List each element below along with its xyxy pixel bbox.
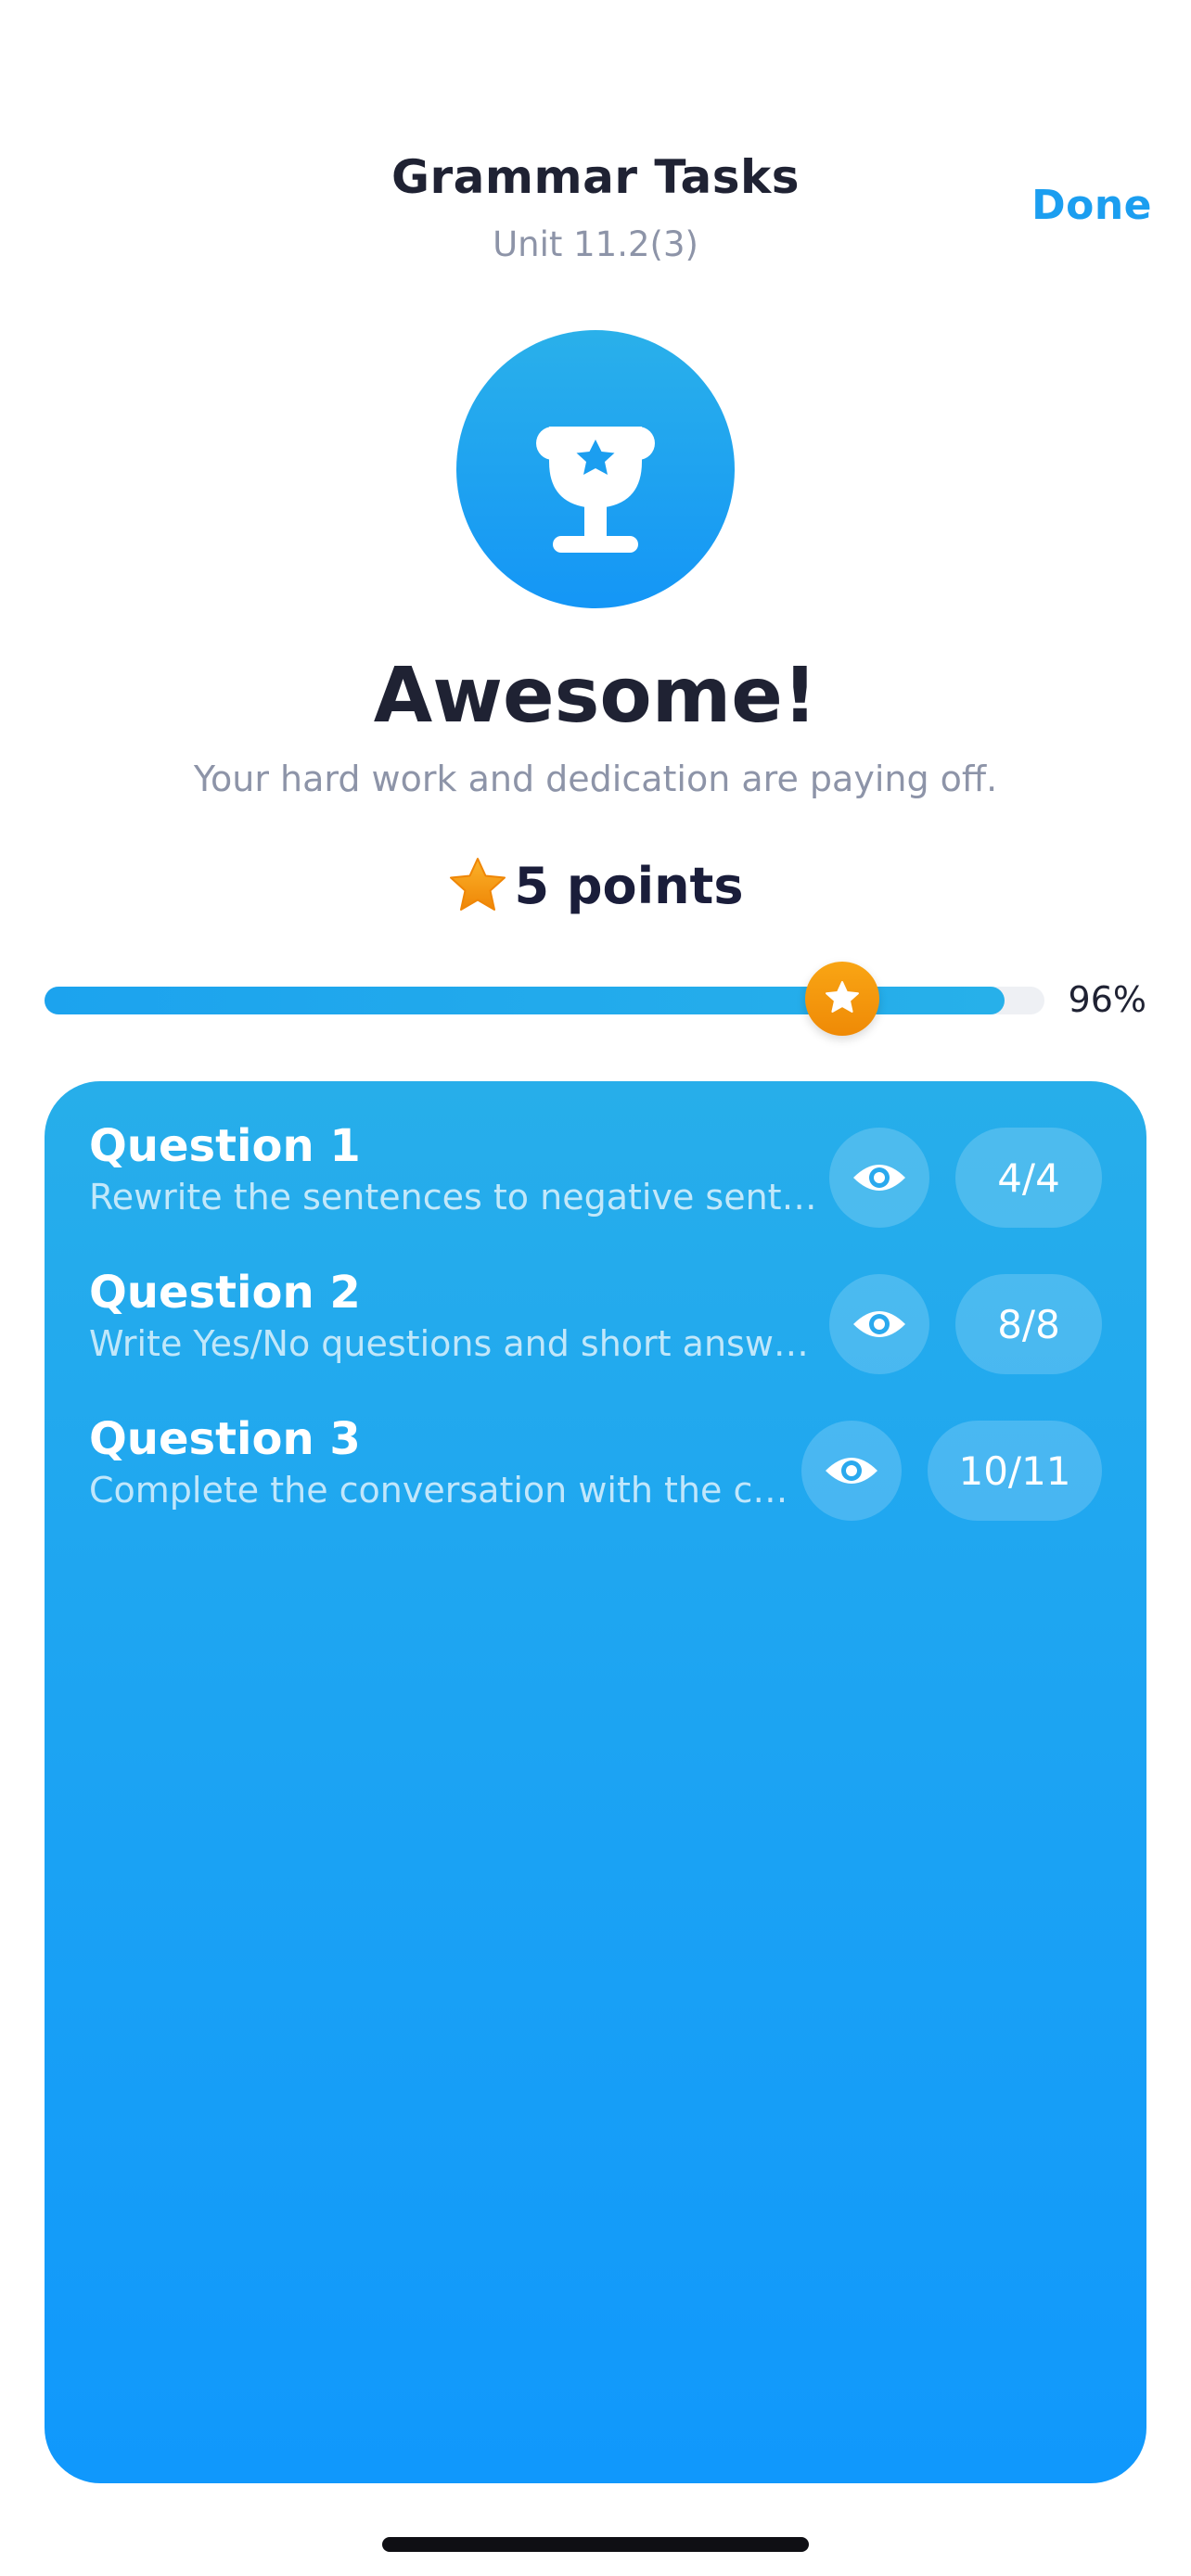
list-item[interactable]: Question 1 Rewrite the sentences to nega… xyxy=(89,1118,1102,1230)
points-row: 5 points xyxy=(0,855,1191,916)
eye-icon xyxy=(853,1311,905,1337)
progress-knob xyxy=(805,962,879,1036)
view-answer-button[interactable] xyxy=(829,1128,929,1228)
result-tagline: Your hard work and dedication are paying… xyxy=(193,759,998,799)
star-icon xyxy=(450,858,506,911)
result-headline: Awesome! xyxy=(373,652,818,740)
score-badge[interactable]: 10/11 xyxy=(928,1421,1102,1521)
question-title: Question 2 xyxy=(89,1267,361,1319)
progress-track xyxy=(45,987,1044,1014)
progress-percent: 96% xyxy=(1068,979,1146,1020)
trophy-badge xyxy=(456,330,735,608)
done-button[interactable]: Done xyxy=(1031,182,1152,229)
list-item[interactable]: Question 2 Write Yes/No questions and sh… xyxy=(89,1265,1102,1376)
points-text: 5 points xyxy=(514,856,744,915)
eye-icon xyxy=(853,1165,905,1191)
page-subtitle: Unit 11.2(3) xyxy=(493,224,698,264)
question-text: Question 3 Complete the conversation wit… xyxy=(89,1411,788,1513)
question-title: Question 3 xyxy=(89,1413,361,1465)
question-description: Rewrite the sentences to negative sent… xyxy=(89,1177,817,1218)
question-description: Complete the conversation with the c… xyxy=(89,1470,788,1511)
question-title: Question 1 xyxy=(89,1120,361,1172)
page-title: Grammar Tasks xyxy=(391,150,800,204)
question-description: Write Yes/No questions and short answ… xyxy=(89,1323,809,1364)
score-badge[interactable]: 4/4 xyxy=(955,1128,1102,1228)
questions-card: Question 1 Rewrite the sentences to nega… xyxy=(45,1081,1146,2483)
score-badge[interactable]: 8/8 xyxy=(955,1274,1102,1374)
trophy-icon xyxy=(536,427,655,553)
list-item[interactable]: Question 3 Complete the conversation wit… xyxy=(89,1411,1102,1523)
home-indicator[interactable] xyxy=(382,2537,809,2552)
question-text: Question 2 Write Yes/No questions and sh… xyxy=(89,1265,809,1367)
question-text: Question 1 Rewrite the sentences to nega… xyxy=(89,1118,817,1220)
view-answer-button[interactable] xyxy=(829,1274,929,1374)
view-answer-button[interactable] xyxy=(801,1421,902,1521)
star-icon xyxy=(826,981,859,1013)
eye-icon xyxy=(826,1458,877,1484)
